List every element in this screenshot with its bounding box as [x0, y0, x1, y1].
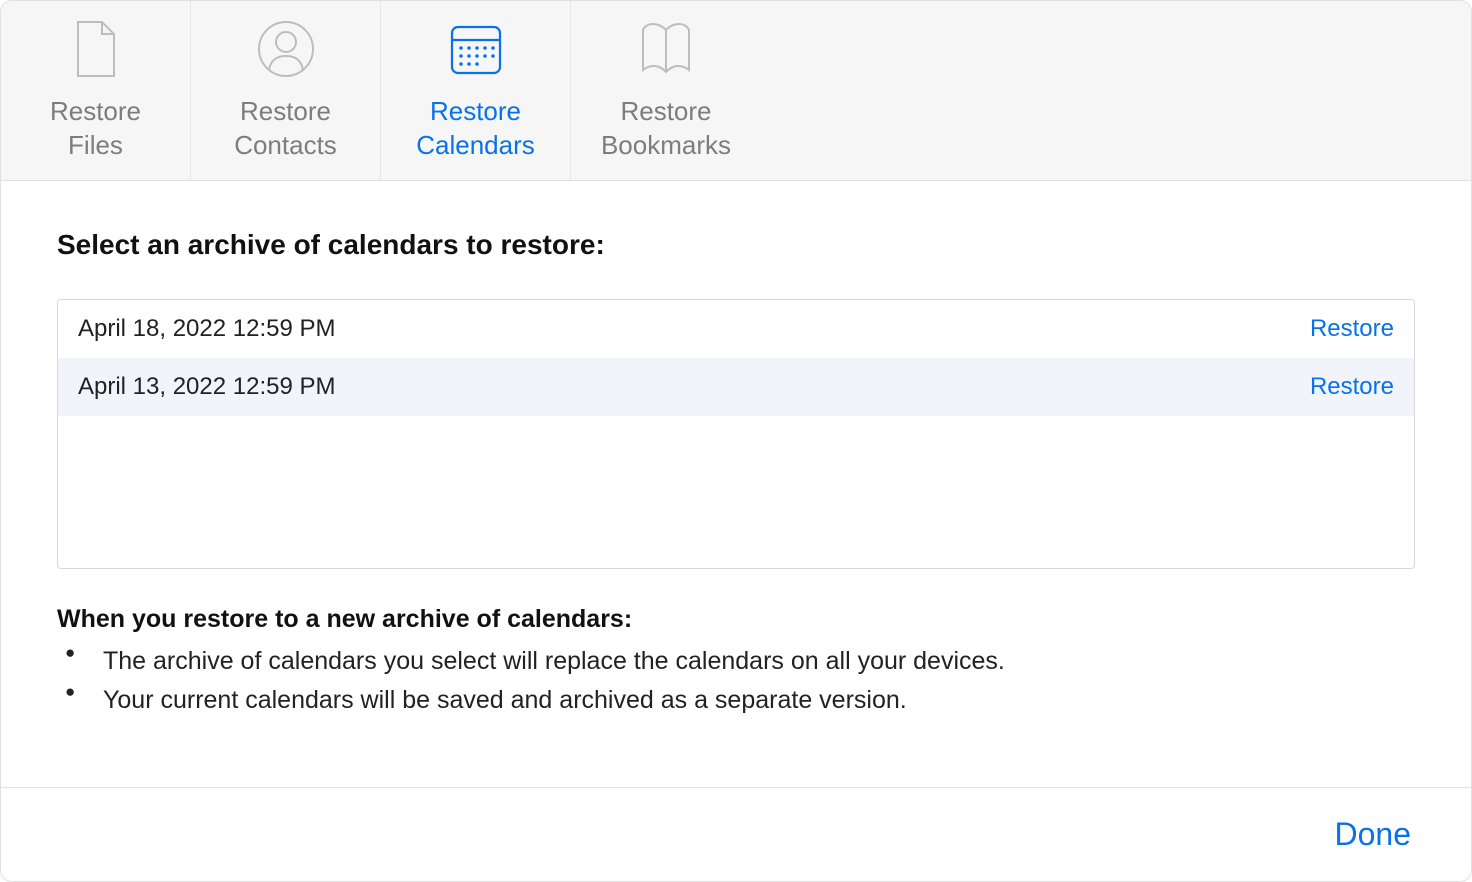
archive-date: April 18, 2022 12:59 PM — [78, 315, 336, 343]
tab-restore-contacts[interactable]: Restore Contacts — [191, 1, 381, 180]
restore-button[interactable]: Restore — [1310, 373, 1394, 401]
restore-window: Restore Files Restore Contacts — [0, 0, 1472, 882]
tab-label: Restore Files — [50, 95, 141, 162]
note-list: The archive of calendars you select will… — [57, 642, 1415, 720]
restore-button[interactable]: Restore — [1310, 315, 1394, 343]
note-item: Your current calendars will be saved and… — [57, 681, 1415, 720]
note-item: The archive of calendars you select will… — [57, 642, 1415, 681]
footer: Done — [1, 787, 1471, 881]
calendar-icon — [447, 19, 505, 79]
archive-row: April 13, 2022 12:59 PM Restore — [58, 358, 1414, 416]
page-title: Select an archive of calendars to restor… — [57, 229, 1415, 261]
tab-restore-files[interactable]: Restore Files — [1, 1, 191, 180]
tab-label: Restore Calendars — [416, 95, 535, 162]
note-heading: When you restore to a new archive of cal… — [57, 605, 1415, 634]
archive-list: April 18, 2022 12:59 PM Restore April 13… — [57, 299, 1415, 569]
tab-restore-calendars[interactable]: Restore Calendars — [381, 1, 571, 180]
archive-row: April 18, 2022 12:59 PM Restore — [58, 300, 1414, 358]
archive-date: April 13, 2022 12:59 PM — [78, 373, 336, 401]
done-button[interactable]: Done — [1335, 816, 1412, 853]
tab-label: Restore Bookmarks — [601, 95, 731, 162]
tab-restore-bookmarks[interactable]: Restore Bookmarks — [571, 1, 761, 180]
content-area: Select an archive of calendars to restor… — [1, 181, 1471, 787]
tab-label: Restore Contacts — [234, 95, 337, 162]
contact-icon — [257, 19, 315, 79]
file-icon — [72, 19, 120, 79]
note-block: When you restore to a new archive of cal… — [57, 605, 1415, 720]
bookmark-icon — [637, 19, 695, 79]
toolbar: Restore Files Restore Contacts — [1, 1, 1471, 181]
